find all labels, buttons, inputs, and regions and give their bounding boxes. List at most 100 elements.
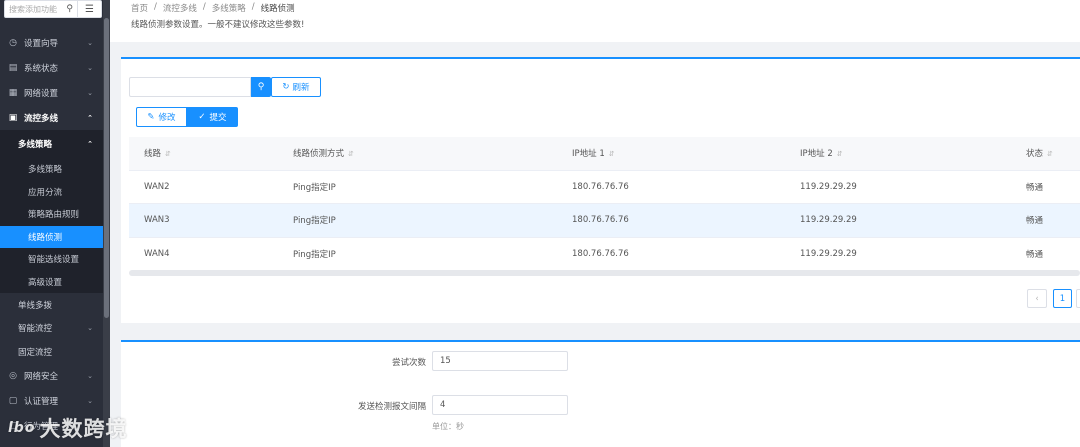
send-interval-input[interactable]: 4 [432,395,568,415]
watermark: lbo 大数跨境 [8,413,127,443]
detection-table: 线路 ⇵ 线路侦测方式 ⇵ IP地址 1 ⇵ IP地址 2 ⇵ 状态 ⇵ WAN2 Pin… [129,137,1080,271]
search-icon[interactable]: ⚲ [66,4,73,14]
cell-ip2: 119.29.29.29 [785,236,1011,271]
sidebar-scrollbar-thumb[interactable] [104,18,109,318]
sidebar-item-system-status[interactable]: ▤ 系统状态 ⌄ [0,55,103,80]
chevron-down-icon: ⌄ [87,372,93,380]
column-header-ip2[interactable]: IP地址 2 ⇵ [785,137,1011,170]
sidebar-subitem[interactable]: 策略路由规则 [0,203,103,226]
chevron-down-icon: ⌄ [87,38,93,47]
cell-line: WAN2 [129,169,278,204]
sidebar-subitem[interactable]: 智能选线设置 [0,248,103,271]
sort-icon[interactable]: ⇵ [165,150,171,158]
table-search-input[interactable] [129,77,251,97]
breadcrumb-current: 线路侦测 [260,4,295,14]
pagination-page-1[interactable]: 1 [1053,289,1072,308]
sidebar-item-label: 网络安全 [24,372,59,382]
chevron-down-icon: ⌄ [87,397,93,405]
sort-icon[interactable]: ⇵ [837,150,843,158]
sidebar-item-label: 智能流控 [18,324,53,335]
sidebar-item-network-security[interactable]: ◎ 网络安全 ⌄ [0,364,103,389]
breadcrumb: 首页 / 流控多线 / 多线策略 / 线路侦测 [131,2,295,14]
search-icon: ⚲ [257,82,265,92]
breadcrumb-policy[interactable]: 多线策略 [212,2,246,14]
sidebar-item-smart-flow[interactable]: 智能流控 ⌄ [0,317,103,341]
submit-button[interactable]: ✓ 提交 [187,107,238,127]
cell-status: 畅通 [1011,169,1080,204]
cell-ip2: 119.29.29.29 [785,203,1011,237]
sidebar-item-setup-wizard[interactable]: ◷ 设置向导 ⌄ [0,30,103,55]
sidebar-subitem-active[interactable]: 线路侦测 [0,225,103,248]
pencil-icon: ✎ [147,112,155,122]
sidebar-item-single-line-dial[interactable]: 单线多拨 [0,293,103,317]
sidebar-subitem[interactable]: 高级设置 [0,270,103,293]
network-icon: ▦ [8,87,18,98]
cell-method: Ping指定IP [278,236,557,271]
sidebar-group-multiline-policy[interactable]: 多线策略 ⌃ [0,130,103,158]
sidebar-subitem[interactable]: 应用分流 [0,180,103,203]
table-horizontal-scrollbar[interactable] [129,270,1080,276]
monitor-icon: ▤ [8,62,18,73]
watermark-logo: lbo [8,420,36,436]
table-row[interactable]: WAN2 Ping指定IP 180.76.76.76 119.29.29.29 … [129,169,1080,204]
column-header-label: IP地址 2 [800,149,833,160]
sidebar-item-label: 网络设置 [24,88,59,99]
sidebar-scrollbar[interactable] [103,0,110,447]
compass-icon: ◷ [9,37,17,48]
search-button[interactable]: ⚲ [251,77,271,97]
sidebar-search-placeholder: 搜索添加功能 [9,4,57,14]
column-header-label: IP地址 1 [572,149,605,160]
column-header-label: 状态 [1026,149,1044,160]
column-header-method[interactable]: 线路侦测方式 ⇵ [278,137,557,170]
sidebar-search: 搜索添加功能 ⚲ ☰ [4,0,102,18]
submit-label: 提交 [209,113,227,123]
chevron-down-icon: ⌄ [87,324,93,333]
sort-icon[interactable]: ⇵ [348,150,354,158]
sort-icon[interactable]: ⇵ [1047,150,1053,158]
watermark-text: 大数跨境 [39,417,128,441]
detection-settings-form: 尝试次数 15 发送检测报文间隔 4 单位：秒 [121,340,1080,447]
edit-button[interactable]: ✎ 修改 [136,107,187,127]
table-row[interactable]: WAN4 Ping指定IP 180.76.76.76 119.29.29.29 … [129,236,1080,271]
column-header-line[interactable]: 线路 ⇵ [129,137,278,170]
sidebar-item-network-settings[interactable]: ▦ 网络设置 ⌄ [0,80,103,105]
refresh-button[interactable]: ↻ 刷新 [271,77,321,97]
edit-label: 修改 [158,113,176,123]
sidebar-item-fixed-flow[interactable]: 固定流控 [0,340,103,364]
chevron-up-icon: ⌃ [87,113,93,122]
detection-table-card: ⚲ ↻ 刷新 ✎ 修改 ✓ 提交 线路 ⇵ 线路侦测方式 ⇵ IP地址 1 ⇵ IP地… [121,57,1080,323]
hamburger-icon[interactable]: ☰ [78,0,102,18]
column-header-ip1[interactable]: IP地址 1 ⇵ [557,137,785,170]
send-interval-unit: 单位：秒 [432,422,464,431]
sidebar-item-auth-management[interactable]: ▢ 认证管理 ⌄ [0,389,103,414]
sidebar-item-label: 系统状态 [24,63,59,74]
cell-status: 畅通 [1011,203,1080,237]
sort-icon[interactable]: ⇵ [609,150,615,158]
column-header-status[interactable]: 状态 ⇵ [1011,137,1080,170]
cell-method: Ping指定IP [278,169,557,204]
table-row[interactable]: WAN3 Ping指定IP 180.76.76.76 119.29.29.29 … [129,203,1080,237]
sidebar-group-label: 多线策略 [18,140,53,150]
retry-count-input[interactable]: 15 [432,351,568,371]
cell-status: 畅通 [1011,236,1080,271]
refresh-label: 刷新 [292,83,310,93]
sidebar-subitem[interactable]: 多线策略 [0,158,103,181]
flow-icon: ▣ [8,112,18,123]
column-header-label: 线路侦测方式 [293,149,345,160]
breadcrumb-home[interactable]: 首页 [131,2,148,14]
cell-line: WAN4 [129,236,278,271]
column-header-label: 线路 [144,149,162,160]
sidebar-item-flow-multiline[interactable]: ▣ 流控多线 ⌃ [0,105,103,130]
cell-ip1: 180.76.76.76 [557,169,785,204]
refresh-icon: ↻ [282,82,290,92]
pagination-next-button[interactable] [1076,289,1080,308]
sidebar-item-label: 单线多拨 [18,300,53,311]
pagination-prev-button[interactable]: ‹ [1027,289,1047,308]
breadcrumb-separator: / [202,2,206,12]
sidebar-search-input[interactable]: 搜索添加功能 ⚲ [4,0,78,18]
breadcrumb-flow[interactable]: 流控多线 [163,2,197,14]
cell-ip1: 180.76.76.76 [557,236,785,271]
chevron-down-icon: ⌄ [87,63,93,72]
sidebar-item-label: 流控多线 [24,113,59,124]
cell-method: Ping指定IP [278,203,557,237]
